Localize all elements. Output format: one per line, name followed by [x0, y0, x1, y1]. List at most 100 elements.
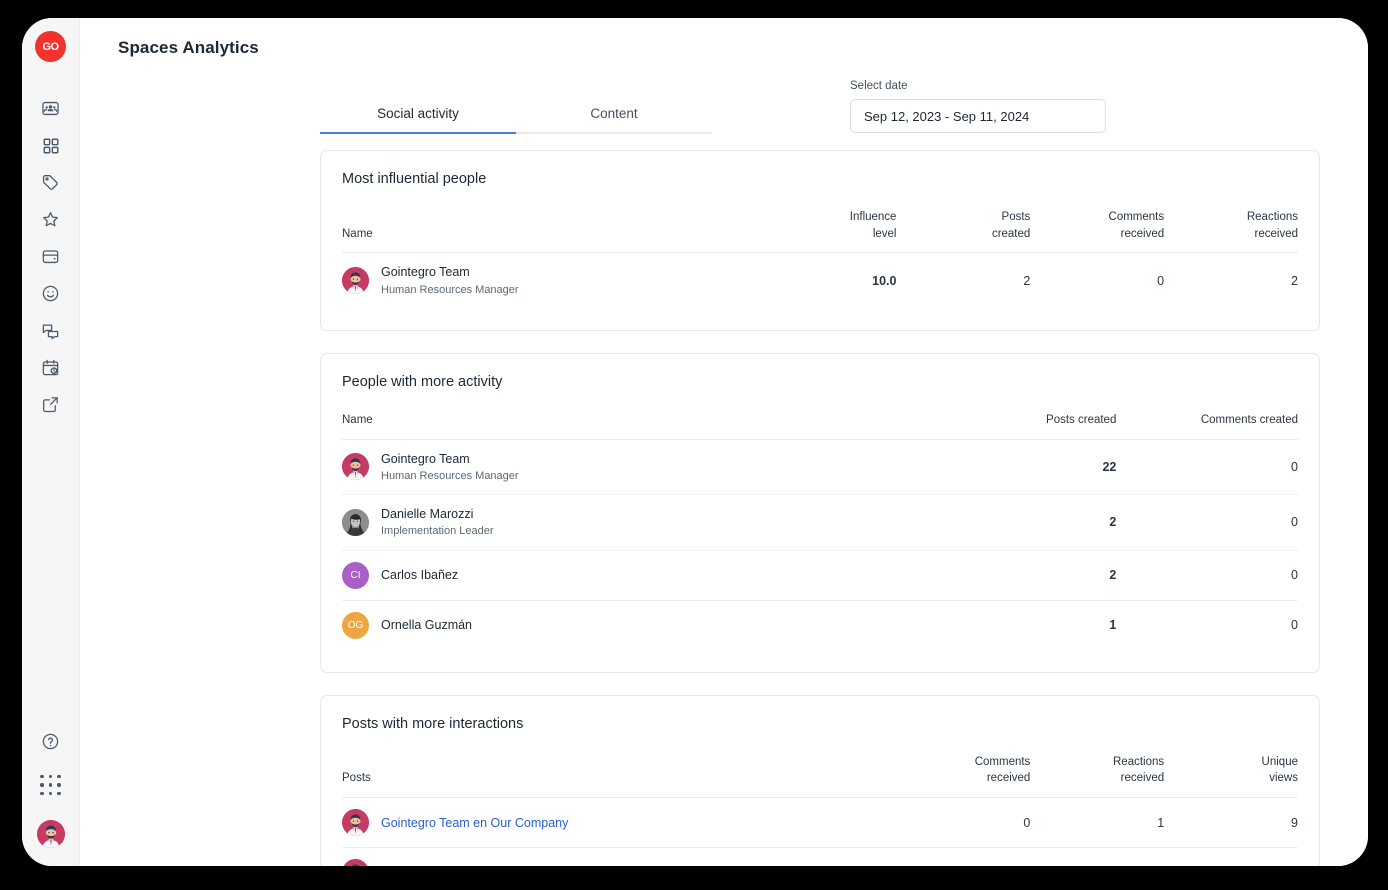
column-header-line: received — [1120, 227, 1165, 240]
column-header-line: Posts — [1001, 211, 1031, 223]
cell-name: OG Ornella Guzmán — [342, 600, 935, 650]
person: Gointegro Team Human Resources Manager — [342, 451, 935, 484]
tab-content[interactable]: Content — [516, 106, 712, 132]
column-header-comments-received: Comments received — [1030, 209, 1165, 253]
column-header-line: received — [1120, 772, 1165, 785]
sidebar-item-benefits[interactable] — [31, 164, 71, 201]
person-name: Danielle Marozzi — [381, 507, 474, 522]
cards-container: Most influential people Name Influence l… — [320, 150, 1320, 866]
cell-posts-created: 2 — [1023, 273, 1031, 288]
cell-post: Gointegro Team en Noticias 2 — [342, 848, 896, 867]
column-header-posts: Posts — [342, 772, 371, 785]
avatar — [36, 820, 65, 848]
card-people-with-more-activity: People with more activity Name Posts cre… — [320, 352, 1320, 673]
column-header-line: received — [986, 772, 1031, 785]
cell-comments-created: 0 — [1116, 494, 1298, 551]
posts-table: Posts Comments received Reactions receiv… — [342, 754, 1298, 866]
chat-bubbles-icon — [41, 321, 60, 340]
table-row: OG Ornella Guzmán 1 0 — [342, 600, 1298, 650]
cell-unique-views: 6 — [1164, 848, 1298, 867]
cell-comments-created: 0 — [1291, 618, 1298, 633]
page-content: Social activity Content Select date Sep … — [80, 70, 1368, 866]
card-title: Most influential people — [342, 171, 487, 187]
sidebar: GO — [22, 18, 80, 866]
sidebar-nav — [31, 90, 71, 423]
sidebar-item-dashboard[interactable] — [31, 127, 71, 164]
person: Danielle Marozzi Implementation Leader — [342, 506, 935, 539]
post-entry: Gointegro Team en Our Company — [342, 809, 896, 836]
column-header-line: created — [991, 227, 1031, 240]
app-logo[interactable]: GO — [35, 31, 66, 62]
card-title: Posts with more interactions — [342, 715, 524, 732]
apps-grid-dot — [57, 774, 61, 779]
sidebar-item-events[interactable] — [31, 349, 71, 386]
date-range-value: Sep 12, 2023 - Sep 11, 2024 — [864, 108, 1030, 124]
card-most-influential-people: Most influential people Name Influence l… — [320, 150, 1320, 331]
column-header-reactions-received: Reactions received — [1030, 754, 1164, 798]
tab-label: Social activity — [377, 106, 459, 121]
avatar — [342, 859, 369, 866]
grid-squares-icon — [42, 137, 60, 155]
person-text: Gointegro Team Human Resources Manager — [381, 451, 519, 484]
date-range-picker: Select date Sep 12, 2023 - Sep 11, 2024 — [850, 80, 1106, 133]
column-header-posts-created: Posts created — [896, 209, 1030, 253]
calendar-clock-icon — [41, 358, 60, 377]
tag-icon — [41, 173, 60, 192]
app-window: GO Spaces Analytics Social activity Cont… — [22, 18, 1368, 866]
column-header-line: Unique — [1261, 755, 1298, 768]
column-header-line: Reactions — [1113, 755, 1165, 768]
table-header-row: Posts Comments received Reactions receiv… — [342, 754, 1298, 798]
cell-comments-received: 0 — [896, 848, 1030, 867]
apps-grid-dot — [57, 791, 61, 796]
sidebar-item-directory[interactable] — [31, 90, 71, 127]
column-header-reactions-received: Reactions received — [1164, 209, 1298, 253]
sidebar-item-wallet[interactable] — [31, 238, 71, 275]
person-text: Ornella Guzmán — [381, 617, 472, 633]
sidebar-item-help[interactable] — [31, 723, 71, 760]
apps-grid-dot — [40, 791, 44, 796]
table-row: Gointegro Team Human Resources Manager 2… — [342, 439, 1298, 496]
date-range-input[interactable]: Sep 12, 2023 - Sep 11, 2024 — [850, 99, 1106, 133]
table-header-row: Name Posts created Comments created — [342, 412, 1298, 440]
sidebar-item-pulse[interactable] — [31, 275, 71, 312]
person-name: Gointegro Team — [381, 451, 470, 466]
apps-grid-dot — [48, 791, 53, 796]
cell-name: Gointegro Team Human Resources Manager — [342, 439, 935, 496]
post-link[interactable]: Gointegro Team en Our Company — [381, 816, 568, 830]
people-card-icon — [41, 99, 60, 118]
table-row: Gointegro Team en Noticias 2 0 1 6 — [342, 848, 1298, 867]
help-circle-icon — [41, 732, 60, 751]
avatar — [342, 267, 369, 295]
smiley-icon — [41, 284, 60, 303]
column-header-name: Name — [342, 413, 373, 426]
person: OG Ornella Guzmán — [342, 611, 935, 639]
influential-table: Name Influence level Posts created Comme… — [342, 209, 1298, 308]
apps-grid-dot — [57, 783, 61, 787]
column-header-line: Reactions — [1246, 211, 1298, 223]
cell-name: CI Carlos Ibañez — [342, 550, 935, 601]
sidebar-bottom — [31, 723, 71, 848]
person-name: Carlos Ibañez — [381, 568, 459, 583]
cell-name: Gointegro Team Human Resources Manager — [342, 253, 763, 308]
avatar — [342, 809, 369, 836]
sidebar-user-avatar[interactable] — [36, 820, 65, 848]
activity-table: Name Posts created Comments created Goin… — [342, 412, 1298, 650]
sidebar-item-external-link[interactable] — [31, 386, 71, 423]
avatar-initials: CI — [350, 569, 361, 581]
cell-comments-created: 0 — [1116, 439, 1298, 496]
column-header-unique-views: Unique views — [1164, 754, 1298, 798]
cell-name: Danielle Marozzi Implementation Leader — [342, 494, 935, 551]
tab-bar: Social activity Content — [320, 106, 712, 134]
post-link[interactable]: Gointegro Team en Noticias 2 — [381, 866, 545, 867]
sidebar-item-apps[interactable] — [40, 774, 62, 796]
page-title: Spaces Analytics — [118, 38, 259, 57]
sidebar-item-communication[interactable] — [31, 312, 71, 349]
toolbar: Social activity Content Select date Sep … — [280, 70, 1320, 150]
person-role: Implementation Leader — [381, 525, 494, 538]
wallet-icon — [41, 247, 60, 266]
sidebar-item-recognition[interactable] — [31, 201, 71, 238]
person: CI Carlos Ibañez — [342, 561, 935, 589]
tab-social-activity[interactable]: Social activity — [320, 106, 516, 134]
column-header-line: received — [1254, 227, 1298, 240]
external-link-icon — [41, 395, 60, 414]
